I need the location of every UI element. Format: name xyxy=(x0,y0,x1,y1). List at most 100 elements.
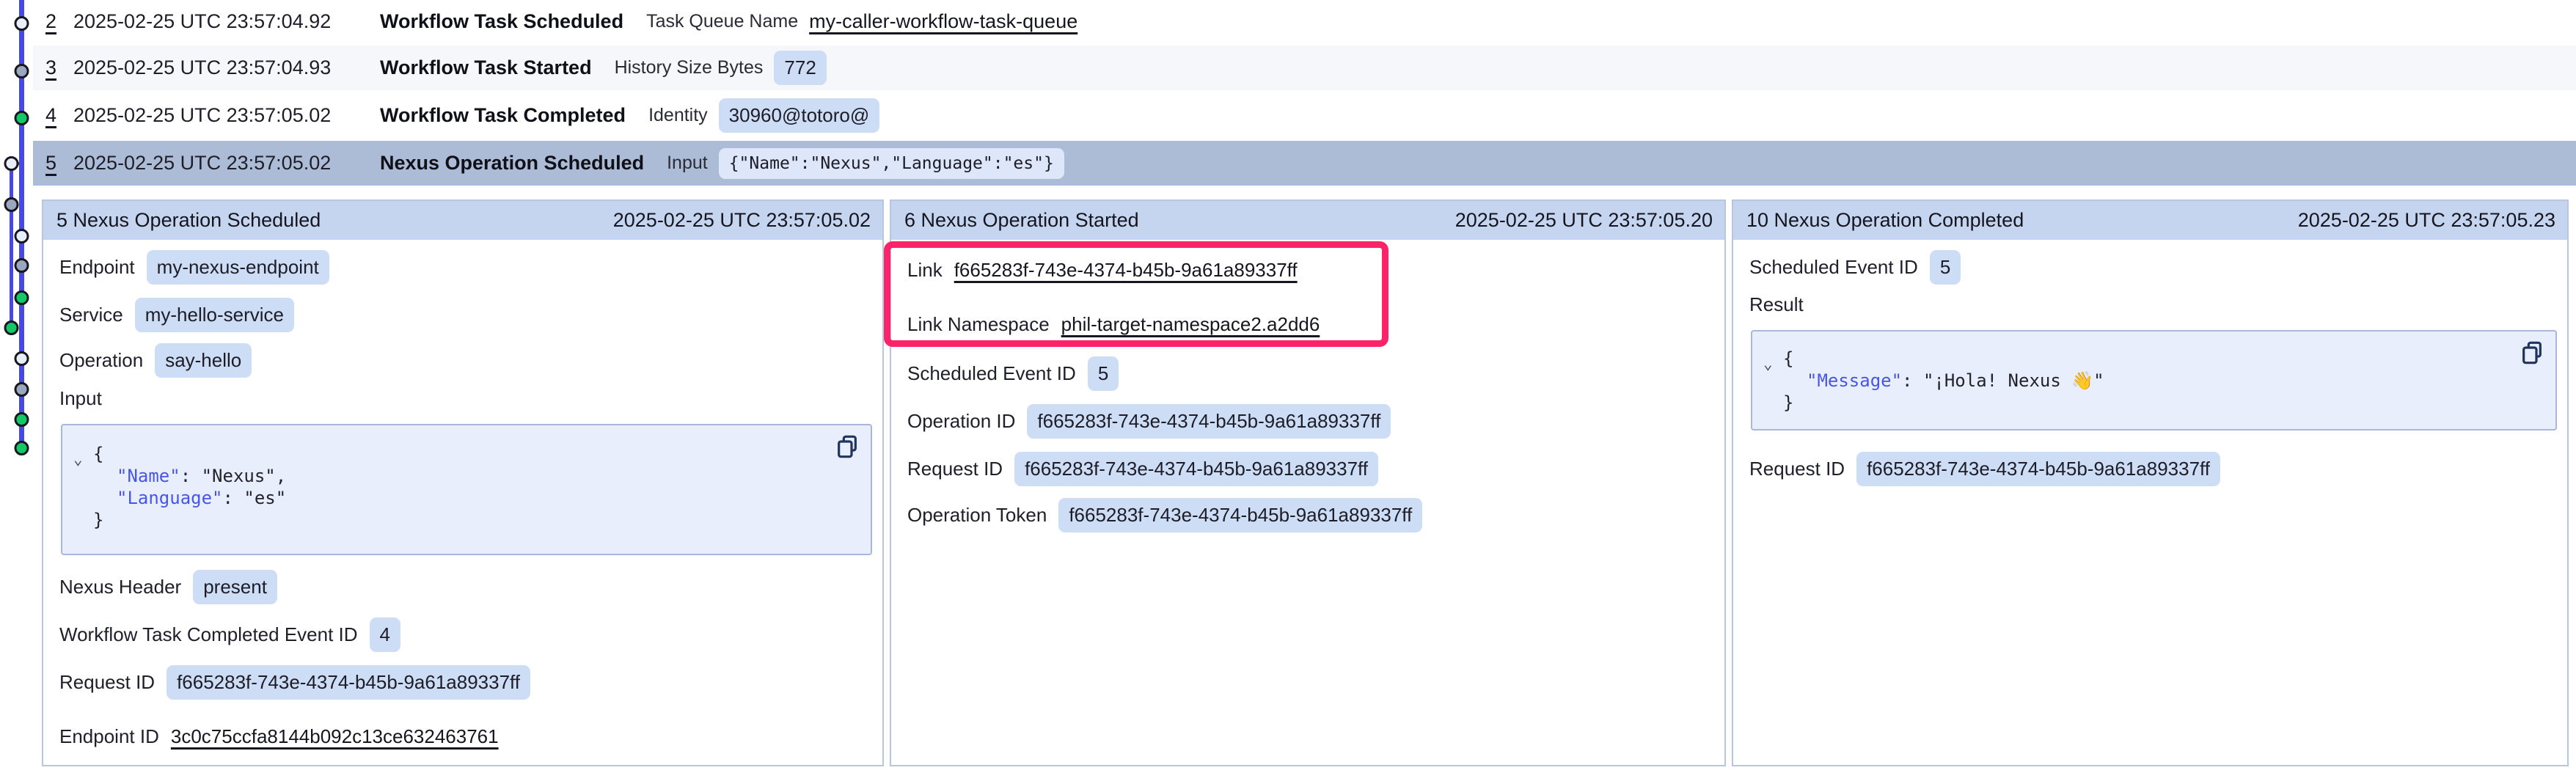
field-label: Link Namespace xyxy=(907,313,1050,336)
event-id-link[interactable]: 5 xyxy=(45,152,73,175)
panel-header: 6 Nexus Operation Started 2025-02-25 UTC… xyxy=(891,201,1724,240)
json-brace: } xyxy=(1783,392,1793,413)
event-status-dot xyxy=(15,112,28,125)
endpoint-id-link[interactable]: 3c0c75ccfa8144b092c13ce632463761 xyxy=(171,725,499,748)
panel-title: 5 Nexus Operation Scheduled xyxy=(56,209,321,232)
event-row-5-selected[interactable]: 5 2025-02-25 UTC 23:57:05.02 Nexus Opera… xyxy=(33,141,2576,186)
field-label: Operation xyxy=(59,349,143,372)
field-operation: Operation say-hello xyxy=(59,343,866,377)
endpoint-badge: my-nexus-endpoint xyxy=(147,250,329,285)
field-endpoint-id: Endpoint ID 3c0c75ccfa8144b092c13ce63246… xyxy=(59,719,866,753)
identity-badge: 30960@totoro@ xyxy=(719,98,880,133)
panel-title: 10 Nexus Operation Completed xyxy=(1746,209,2024,232)
json-brace: { xyxy=(93,444,103,464)
event-name: Workflow Task Scheduled xyxy=(380,10,623,33)
event-status-dot xyxy=(5,322,18,334)
event-row-2[interactable]: 2 2025-02-25 UTC 23:57:04.92 Workflow Ta… xyxy=(33,0,2576,43)
event-status-dot xyxy=(15,65,28,78)
field-label: Service xyxy=(59,304,123,326)
field-scheduled-event-id: Scheduled Event ID 5 xyxy=(1749,250,2551,284)
event-status-dot xyxy=(15,260,28,272)
link-namespace-link[interactable]: phil-target-namespace2.a2dd6 xyxy=(1061,313,1320,336)
workflow-history-screen: { "colors": { "accent_pink": "#fb2468", … xyxy=(0,0,2576,773)
event-id-link[interactable]: 2 xyxy=(45,10,73,33)
field-label: Endpoint xyxy=(59,256,135,279)
event-timestamp: 2025-02-25 UTC 23:57:04.92 xyxy=(73,10,354,33)
event-status-dot xyxy=(15,353,28,365)
panel-nexus-operation-scheduled: 5 Nexus Operation Scheduled 2025-02-25 U… xyxy=(42,199,884,766)
result-json-viewer[interactable]: ⌄ { "Message": "¡Hola! Nexus 👋" } xyxy=(1751,330,2557,431)
json-value: : "¡Hola! Nexus 👋" xyxy=(1902,370,2104,391)
panel-timestamp: 2025-02-25 UTC 23:57:05.20 xyxy=(1455,209,1713,232)
event-name: Workflow Task Completed xyxy=(380,104,626,127)
field-label: Scheduled Event ID xyxy=(1749,256,1918,279)
operation-token-badge: f665283f-743e-4374-b45b-9a61a89337ff xyxy=(1058,498,1422,532)
panel-header: 5 Nexus Operation Scheduled 2025-02-25 U… xyxy=(43,201,882,240)
copy-icon[interactable] xyxy=(835,434,859,463)
field-label: Request ID xyxy=(1749,458,1845,480)
field-label: Request ID xyxy=(59,671,155,694)
field-label: Request ID xyxy=(907,458,1003,480)
input-badge: {"Name":"Nexus","Language":"es"} xyxy=(719,148,1064,179)
event-name: Nexus Operation Scheduled xyxy=(380,152,644,175)
event-id-link[interactable]: 4 xyxy=(45,104,73,127)
field-link-namespace: Link Namespace phil-target-namespace2.a2… xyxy=(907,307,1708,341)
event-status-dot xyxy=(15,292,28,304)
field-label: Nexus Header xyxy=(59,576,181,598)
scheduled-event-id-badge: 5 xyxy=(1930,250,1961,285)
collapse-chevron-icon[interactable]: ⌄ xyxy=(73,450,83,468)
event-detail-label: History Size Bytes xyxy=(615,57,764,78)
event-row-4[interactable]: 4 2025-02-25 UTC 23:57:05.02 Workflow Ta… xyxy=(33,93,2576,138)
event-id-link[interactable]: 3 xyxy=(45,56,73,79)
service-badge: my-hello-service xyxy=(135,298,294,332)
panel-title: 6 Nexus Operation Started xyxy=(904,209,1139,232)
task-queue-link[interactable]: my-caller-workflow-task-queue xyxy=(809,10,1077,33)
field-label: Operation Token xyxy=(907,504,1047,527)
field-label: Endpoint ID xyxy=(59,725,159,748)
event-status-dot xyxy=(15,384,28,396)
operation-id-badge: f665283f-743e-4374-b45b-9a61a89337ff xyxy=(1027,404,1391,439)
field-label: Workflow Task Completed Event ID xyxy=(59,623,358,646)
input-section-label: Input xyxy=(59,387,102,410)
copy-icon[interactable] xyxy=(2520,340,2544,369)
field-label: Scheduled Event ID xyxy=(907,362,1076,385)
field-wtc-event-id: Workflow Task Completed Event ID 4 xyxy=(59,618,866,651)
input-json-viewer[interactable]: ⌄ { "Name": "Nexus", "Language": "es" } xyxy=(61,424,872,555)
request-id-badge: f665283f-743e-4374-b45b-9a61a89337ff xyxy=(1856,452,2220,486)
panel-timestamp: 2025-02-25 UTC 23:57:05.02 xyxy=(613,209,871,232)
json-value: : "es" xyxy=(223,488,287,508)
collapse-chevron-icon[interactable]: ⌄ xyxy=(1763,355,1773,373)
field-label: Operation ID xyxy=(907,410,1015,433)
field-endpoint: Endpoint my-nexus-endpoint xyxy=(59,250,866,284)
event-timestamp: 2025-02-25 UTC 23:57:04.93 xyxy=(73,56,354,79)
field-operation-token: Operation Token f665283f-743e-4374-b45b-… xyxy=(907,498,1708,532)
event-detail-label: Identity xyxy=(648,105,708,126)
nexus-header-badge: present xyxy=(193,570,277,604)
event-status-dot xyxy=(15,18,28,30)
event-detail-label: Task Queue Name xyxy=(646,11,798,32)
scheduled-event-id-badge: 5 xyxy=(1088,356,1119,391)
wtc-event-id-badge: 4 xyxy=(370,618,400,652)
request-id-badge: f665283f-743e-4374-b45b-9a61a89337ff xyxy=(1014,452,1378,486)
event-status-dot xyxy=(5,199,18,211)
field-label: Link xyxy=(907,259,943,282)
operation-badge: say-hello xyxy=(155,343,252,378)
field-request-id: Request ID f665283f-743e-4374-b45b-9a61a… xyxy=(1749,452,2551,486)
json-key: "Message" xyxy=(1807,370,1902,391)
event-name: Workflow Task Started xyxy=(380,56,592,79)
event-status-dot xyxy=(15,230,28,243)
panel-nexus-operation-completed: 10 Nexus Operation Completed 2025-02-25 … xyxy=(1732,199,2569,766)
field-service: Service my-hello-service xyxy=(59,298,866,331)
field-request-id: Request ID f665283f-743e-4374-b45b-9a61a… xyxy=(907,452,1708,486)
field-nexus-header: Nexus Header present xyxy=(59,570,866,604)
event-timestamp: 2025-02-25 UTC 23:57:05.02 xyxy=(73,104,354,127)
event-row-3[interactable]: 3 2025-02-25 UTC 23:57:04.93 Workflow Ta… xyxy=(33,45,2576,90)
event-detail-label: Input xyxy=(667,153,708,174)
event-status-dot xyxy=(5,158,18,170)
json-brace: { xyxy=(1783,348,1793,369)
link-link[interactable]: f665283f-743e-4374-b45b-9a61a89337ff xyxy=(954,259,1298,282)
json-brace: } xyxy=(93,510,103,530)
event-timeline xyxy=(0,0,37,773)
field-request-id: Request ID f665283f-743e-4374-b45b-9a61a… xyxy=(59,665,866,699)
field-operation-id: Operation ID f665283f-743e-4374-b45b-9a6… xyxy=(907,404,1708,438)
